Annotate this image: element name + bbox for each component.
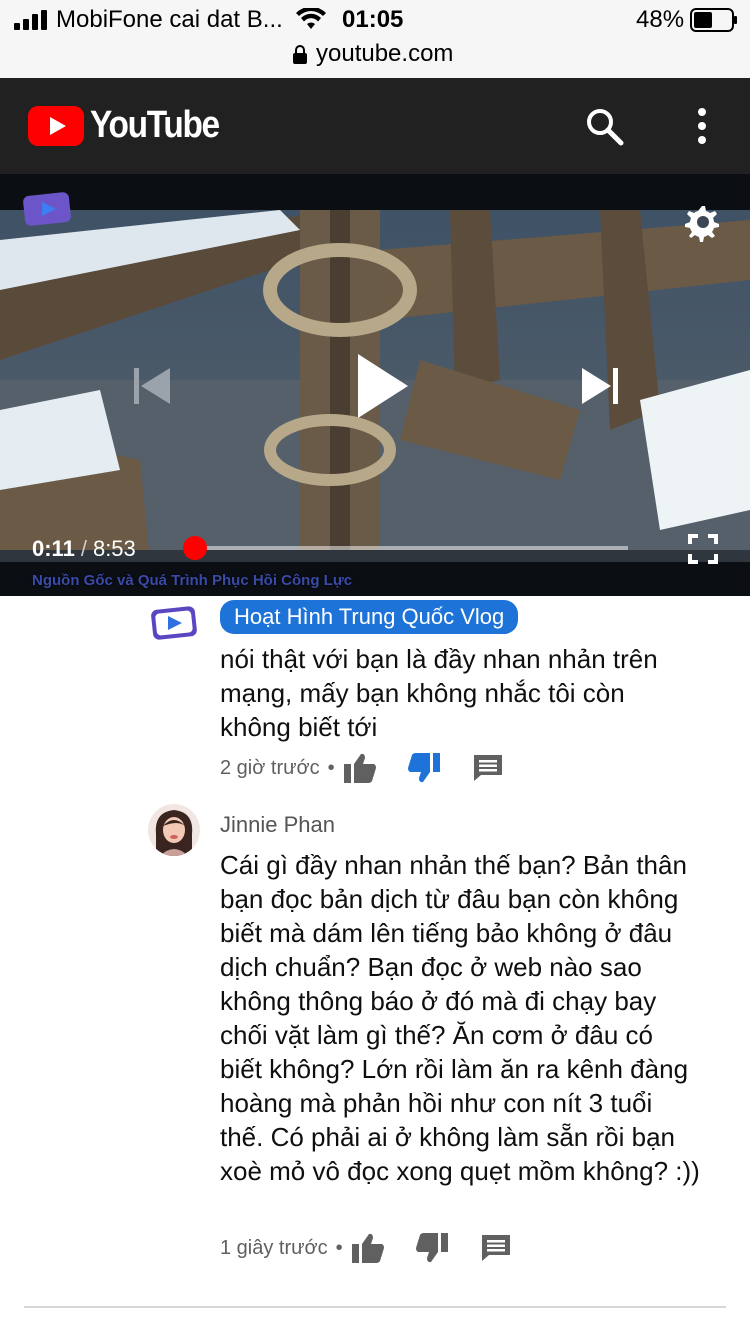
carrier-name: MobiFone cai dat B... [56,6,283,33]
current-time: 0:11 [32,536,75,561]
fullscreen-icon[interactable] [688,534,718,564]
progress-bar[interactable] [183,536,628,560]
url-bar[interactable]: youtube.com [316,40,453,68]
next-icon[interactable] [580,366,620,406]
more-vert-icon[interactable] [688,106,716,146]
comment-time: 1 giây trước [220,1236,328,1259]
wifi-icon [296,8,326,29]
author-name[interactable]: Jinnie Phan [220,812,335,838]
signal-bars-icon [14,10,47,30]
ios-status-bar: MobiFone cai dat B... 01:05 48% youtube.… [0,0,750,78]
search-icon[interactable] [584,106,624,146]
youtube-wordmark[interactable]: YouTube [90,104,220,147]
duration: 8:53 [92,536,136,561]
previous-icon[interactable] [132,366,172,406]
like-icon[interactable] [343,752,377,784]
dislike-icon[interactable] [407,752,441,784]
comment-time: 2 giờ trước [220,756,320,779]
clock: 01:05 [342,6,404,33]
video-watermark: Nguồn Gốc và Quá Trình Phục Hồi Công Lực [32,572,353,589]
avatar[interactable] [148,804,200,856]
time-separator: / [80,536,87,561]
reply-icon[interactable] [473,754,503,782]
settings-gear-icon[interactable] [682,202,722,242]
lock-icon [293,45,307,64]
author-badge[interactable]: Hoạt Hình Trung Quốc Vlog [220,600,519,634]
battery-icon [690,8,737,32]
comment-text: nói thật với bạn là đầy nhan nhản trên m… [220,644,658,742]
comment-text: Cái gì đầy nhan nhản thế bạn? Bản thân b… [220,850,700,1186]
meta-separator: • [327,756,335,779]
channel-logo-icon [23,192,71,226]
comment-actions: 2 giờ trước • [220,750,503,786]
battery-percent: 48% [636,6,685,33]
time-display: 0:11/8:53 [32,536,136,562]
reply-icon[interactable] [481,1234,511,1262]
divider [24,1306,726,1308]
avatar[interactable] [150,602,200,642]
meta-separator: • [335,1236,343,1259]
dislike-icon[interactable] [415,1232,449,1264]
youtube-header: YouTube [0,78,750,174]
play-icon[interactable] [352,352,412,420]
video-player[interactable]: 0:11/8:53 Nguồn Gốc và Quá Trình Phục Hồ… [0,174,750,596]
like-icon[interactable] [351,1232,385,1264]
youtube-logo-icon[interactable] [28,106,84,146]
comment-actions: 1 giây trước • [220,1230,511,1266]
